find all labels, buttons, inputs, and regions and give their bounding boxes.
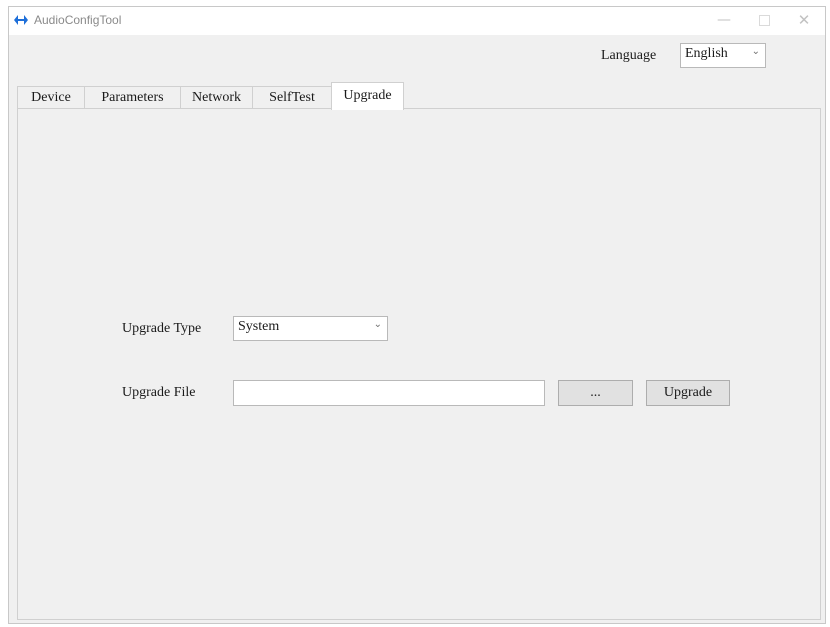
close-button[interactable]: ✕ [787, 9, 821, 31]
browse-button[interactable]: ... [558, 380, 633, 406]
title-bar: AudioConfigTool — ✕ [9, 7, 825, 35]
upgrade-file-label: Upgrade File [122, 385, 196, 400]
upgrade-type-value: System [238, 319, 280, 334]
window-title: AudioConfigTool [34, 13, 122, 27]
maximize-icon [758, 14, 770, 26]
minimize-button[interactable]: — [707, 9, 741, 31]
tab-parameters[interactable]: Parameters [84, 86, 181, 109]
tab-upgrade[interactable]: Upgrade [331, 82, 404, 110]
chevron-down-icon: ⌄ [373, 319, 382, 330]
upgrade-type-label: Upgrade Type [122, 321, 202, 336]
tab-selftest[interactable]: SelfTest [252, 86, 332, 109]
tab-device[interactable]: Device [17, 86, 85, 109]
language-select[interactable]: English ⌄ [680, 43, 766, 68]
upgrade-panel [17, 108, 821, 620]
chevron-down-icon: ⌄ [751, 46, 760, 57]
tab-network[interactable]: Network [180, 86, 253, 109]
maximize-button[interactable] [747, 9, 781, 31]
language-value: English [685, 46, 728, 61]
app-window: AudioConfigTool — ✕ Language English ⌄ D… [8, 6, 826, 624]
app-logo-icon [14, 15, 28, 25]
upgrade-button[interactable]: Upgrade [646, 380, 730, 406]
upgrade-file-input[interactable] [233, 380, 545, 406]
language-label: Language [601, 48, 657, 63]
upgrade-type-select[interactable]: System ⌄ [233, 316, 388, 341]
